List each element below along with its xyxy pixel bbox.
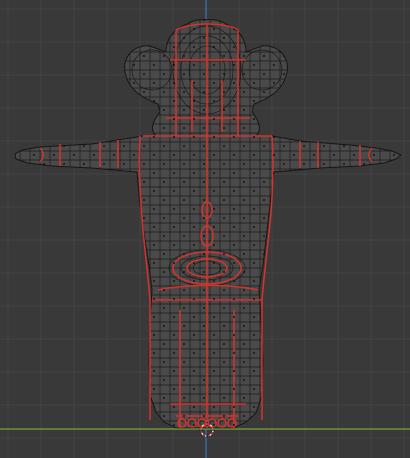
- 3d-viewport[interactable]: [0, 0, 410, 458]
- viewport-canvas[interactable]: [0, 0, 410, 458]
